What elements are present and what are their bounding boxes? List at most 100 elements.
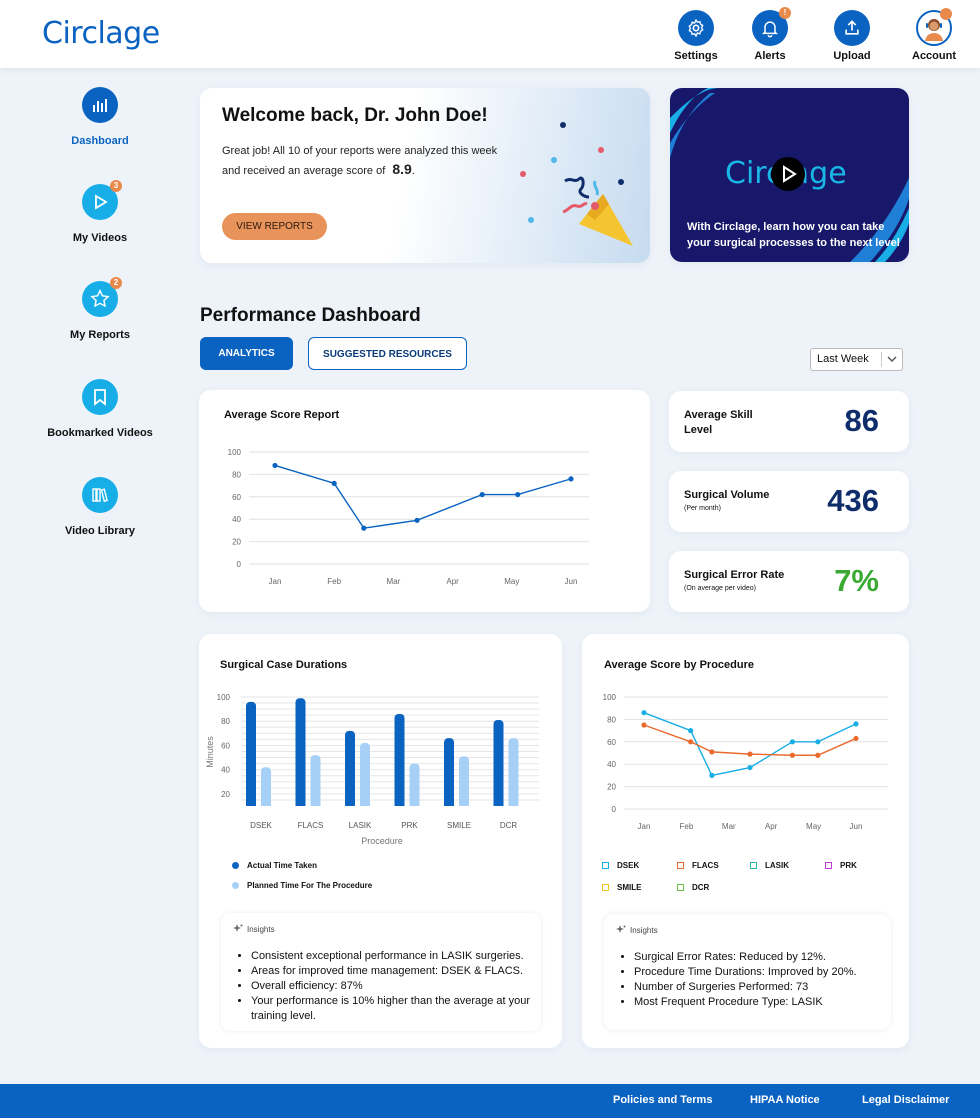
sidebar-item-my-videos[interactable]: 3 My Videos <box>30 180 170 244</box>
data-point <box>361 525 367 531</box>
play-button[interactable] <box>771 157 805 191</box>
welcome-title: Welcome back, Dr. John Doe! <box>222 105 488 126</box>
party-popper-icon <box>520 122 633 246</box>
data-point <box>815 752 821 758</box>
legend-label: FLACS <box>692 861 719 870</box>
stat-title-line2: Level <box>684 424 713 436</box>
bar <box>493 720 504 806</box>
legend-label: SMILE <box>617 883 642 892</box>
bar-base <box>394 802 405 806</box>
sidebar-item-label: Dashboard <box>71 135 129 147</box>
settings-button[interactable]: Settings <box>661 10 731 62</box>
welcome-message: Great job! All 10 of your reports were a… <box>222 142 512 180</box>
sidebar-item-dashboard[interactable]: Dashboard <box>30 87 170 147</box>
x-tick-label: Jun <box>565 577 578 586</box>
average-score: 8.9 <box>392 161 412 177</box>
star-icon: 2 <box>82 277 122 317</box>
circlage-logo[interactable]: Circlage <box>42 16 160 51</box>
select-divider <box>881 352 882 367</box>
legend-label: LASIK <box>765 861 789 870</box>
stat-value: 7% <box>834 563 879 598</box>
insights-label: Insights <box>630 925 658 935</box>
x-tick-label: May <box>504 577 519 586</box>
alerts-badge: ! <box>779 7 791 19</box>
tab-suggested-resources[interactable]: SUGGESTED RESOURCES <box>308 337 467 370</box>
insight-item: Consistent exceptional performance in LA… <box>251 949 531 964</box>
data-point <box>515 491 521 498</box>
x-tick-label: Mar <box>722 822 736 831</box>
bar <box>345 730 355 806</box>
y-tick-label: 80 <box>221 717 230 726</box>
insight-item: Overall efficiency: 87% <box>251 979 531 994</box>
view-reports-button[interactable]: VIEW REPORTS <box>222 213 327 240</box>
policies-link[interactable]: Policies and Terms <box>613 1094 712 1106</box>
video-caption: With Circlage, learn how you can take yo… <box>687 221 900 249</box>
videos-badge: 3 <box>110 180 122 192</box>
score-by-procedure-line-chart: 0 20 40 60 80 100 Jan Feb Mar Apr May Jun <box>603 693 888 831</box>
bell-icon: ! <box>752 7 791 46</box>
bar-base <box>508 802 519 806</box>
insights-header: Insights <box>233 924 275 934</box>
bar <box>261 767 271 806</box>
stat-title: Average Skill <box>684 409 753 421</box>
average-score-report-card: Average Score Report 0 20 40 60 80 100 Jan Feb M… <box>199 390 650 612</box>
data-point <box>747 751 753 757</box>
x-tick-label: PRK <box>401 821 418 830</box>
play-icon <box>783 165 797 183</box>
alerts-button[interactable]: ! Alerts <box>735 7 805 62</box>
sidebar-item-video-library[interactable]: Video Library <box>30 477 170 537</box>
stat-value: 86 <box>844 403 879 438</box>
x-tick-label: FLACS <box>298 821 324 830</box>
x-tick-label: Apr <box>765 822 778 831</box>
welcome-card: Welcome back, Dr. John Doe! Great job! A… <box>200 88 650 263</box>
x-tick-label: Apr <box>446 577 459 586</box>
data-point <box>272 462 278 469</box>
surgical-volume-card: Surgical Volume (Per month) 436 <box>669 471 909 532</box>
bar <box>459 756 469 806</box>
legend-lasik: LASIK <box>750 861 789 870</box>
data-point <box>709 772 715 778</box>
series-line <box>643 724 857 756</box>
sidebar-item-bookmarked-videos[interactable]: Bookmarked Videos <box>30 379 170 439</box>
legend-label: Actual Time Taken <box>247 861 317 870</box>
legend-dsek: DSEK <box>602 861 639 870</box>
x-tick-label: Feb <box>680 822 694 831</box>
insights-panel: Insights Consistent exceptional performa… <box>221 913 541 1031</box>
y-tick-label: 60 <box>232 493 241 502</box>
bar-base <box>261 802 271 806</box>
legend-dcr: DCR <box>677 883 709 892</box>
bar <box>444 738 454 806</box>
surgical-error-rate-card: Surgical Error Rate (On average per vide… <box>669 551 909 612</box>
intro-video-card[interactable]: Circlage With Circlage, learn how you ca… <box>670 88 909 262</box>
surgical-case-durations-card: Surgical Case Durations 20 40 60 80 100 DSEK F… <box>199 634 562 1048</box>
account-button[interactable]: Account <box>899 8 969 62</box>
sidebar-item-label: My Videos <box>72 232 128 244</box>
x-tick-label: Feb <box>327 577 341 586</box>
legal-link[interactable]: Legal Disclaimer <box>862 1094 949 1106</box>
legend-label: PRK <box>840 861 857 870</box>
data-point <box>479 491 485 498</box>
y-tick-label: 0 <box>237 560 242 569</box>
upload-button[interactable]: Upload <box>817 10 887 62</box>
sidebar-item-my-reports[interactable]: 2 My Reports <box>30 277 170 341</box>
y-tick-label: 40 <box>232 515 241 524</box>
legend-dot <box>232 882 239 889</box>
y-tick-label: 20 <box>232 538 241 547</box>
legend-label: Planned Time For The Procedure <box>247 881 373 890</box>
legend-actual: Actual Time Taken <box>232 861 317 870</box>
y-tick-label: 0 <box>612 805 617 814</box>
y-axis-title: Minutes <box>205 736 215 768</box>
tab-analytics[interactable]: ANALYTICS <box>200 337 293 370</box>
library-icon <box>82 477 118 513</box>
insights-panel: Insights Surgical Error Rates: Reduced b… <box>604 914 891 1030</box>
date-range-select[interactable]: Last Week <box>810 348 903 371</box>
bar-base <box>345 802 355 806</box>
y-tick-label: 80 <box>232 470 241 479</box>
stat-subtitle: (Per month) <box>684 505 721 512</box>
hipaa-link[interactable]: HIPAA Notice <box>750 1094 820 1106</box>
bar <box>394 713 405 806</box>
chevron-down-icon <box>887 356 897 362</box>
y-tick-label: 100 <box>217 693 231 702</box>
average-skill-card: Average Skill Level 86 <box>669 391 909 452</box>
y-tick-label: 80 <box>607 715 616 724</box>
